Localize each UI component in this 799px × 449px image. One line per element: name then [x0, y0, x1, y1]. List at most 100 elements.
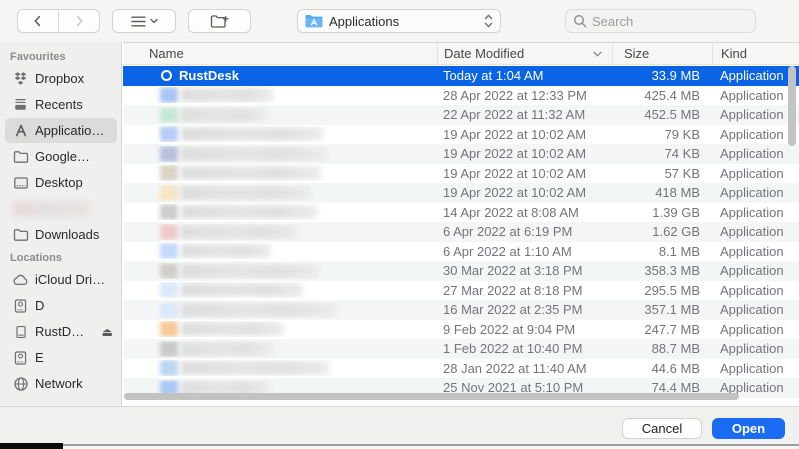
redacted-app-icon	[160, 282, 178, 298]
redacted-file-name	[181, 361, 329, 375]
sidebar-item-d[interactable]: D	[5, 293, 117, 318]
horizontal-scrollbar[interactable]	[124, 393, 739, 400]
redacted-sidebar-item	[12, 201, 90, 217]
table-row[interactable]: 19 Apr 2022 at 10:02 AM57 KBApplication	[123, 164, 799, 184]
sidebar-item-google[interactable]: Google…	[5, 144, 117, 169]
forward-button[interactable]	[58, 10, 99, 32]
table-row[interactable]: RustDeskToday at 1:04 AM33.9 MBApplicati…	[123, 66, 799, 86]
table-row[interactable]: 28 Jan 2022 at 11:40 AM44.6 MBApplicatio…	[123, 359, 799, 379]
sidebar-item-e[interactable]: E	[5, 345, 117, 370]
redacted-file-name	[181, 244, 271, 258]
sidebar-item-network[interactable]: Network	[5, 371, 117, 396]
column-header-date-label: Date Modified	[444, 46, 524, 61]
size-cell: 33.9 MB	[612, 68, 712, 83]
name-cell	[123, 263, 437, 279]
desktop-icon	[12, 175, 29, 191]
size-cell: 418 MB	[612, 185, 712, 200]
sidebar-item-icloud-dri[interactable]: iCloud Dri…	[5, 267, 117, 292]
sidebar-item-downloads[interactable]: Downloads	[5, 222, 117, 247]
name-cell	[123, 87, 437, 103]
table-row[interactable]: 1 Feb 2022 at 10:40 PM88.7 MBApplication	[123, 339, 799, 359]
redacted-file-name	[181, 342, 273, 356]
redacted-file-name	[181, 303, 337, 317]
redacted-file-name	[181, 88, 273, 102]
size-cell: 425.4 MB	[612, 88, 712, 103]
size-cell: 8.1 MB	[612, 244, 712, 259]
sidebar-item-recents[interactable]: Recents	[5, 92, 117, 117]
sidebar-item-label: iCloud Dri…	[35, 272, 105, 287]
table-row[interactable]: 30 Mar 2022 at 3:18 PM358.3 MBApplicatio…	[123, 261, 799, 281]
file-name: RustDesk	[179, 68, 239, 83]
table-row[interactable]: 19 Apr 2022 at 10:02 AM74 KBApplication	[123, 144, 799, 164]
open-button[interactable]: Open	[712, 418, 785, 439]
date-cell: 6 Apr 2022 at 1:10 AM	[437, 244, 612, 259]
network-icon	[12, 376, 29, 392]
chevron-down-icon	[150, 18, 158, 24]
toolbar: Applications Search	[0, 0, 799, 42]
date-cell: 14 Apr 2022 at 8:08 AM	[437, 205, 612, 220]
column-header-size[interactable]: Size	[612, 43, 712, 64]
vertical-scrollbar[interactable]	[788, 66, 796, 146]
redacted-file-name	[181, 205, 317, 219]
column-header-name[interactable]: Name	[123, 43, 437, 64]
table-row[interactable]: 6 Apr 2022 at 6:19 PM1.62 GBApplication	[123, 222, 799, 242]
redacted-app-icon	[160, 87, 178, 103]
name-cell	[123, 204, 437, 220]
redacted-app-icon	[160, 107, 178, 123]
folder-icon	[12, 227, 29, 243]
date-cell: 9 Feb 2022 at 9:04 PM	[437, 322, 612, 337]
search-input[interactable]: Search	[565, 9, 756, 33]
kind-cell: Application	[712, 127, 799, 142]
date-cell: 16 Mar 2022 at 2:35 PM	[437, 302, 612, 317]
table-row[interactable]: 16 Mar 2022 at 2:35 PM357.1 MBApplicatio…	[123, 300, 799, 320]
new-folder-button[interactable]	[188, 9, 251, 33]
size-cell: 247.7 MB	[612, 322, 712, 337]
view-options-button[interactable]	[112, 9, 176, 33]
new-folder-icon	[210, 14, 229, 29]
size-cell: 44.6 MB	[612, 361, 712, 376]
sidebar-item-redacted[interactable]	[5, 196, 117, 221]
date-cell: 1 Feb 2022 at 10:40 PM	[437, 341, 612, 356]
table-row[interactable]: 6 Apr 2022 at 1:10 AM8.1 MBApplication	[123, 242, 799, 262]
redacted-file-name	[181, 264, 319, 278]
eject-icon[interactable]: ⏏	[102, 325, 113, 339]
sidebar: FavouritesDropboxRecentsApplicatio…Googl…	[0, 42, 122, 406]
rustdesk-icon	[161, 70, 172, 81]
cancel-button[interactable]: Cancel	[622, 418, 702, 439]
kind-cell: Application	[712, 107, 799, 122]
size-cell: 357.1 MB	[612, 302, 712, 317]
redacted-app-icon	[160, 243, 178, 259]
sidebar-item-rustd[interactable]: RustD…⏏	[5, 319, 117, 344]
sidebar-item-applicatio[interactable]: Applicatio…	[5, 118, 117, 143]
kind-cell: Application	[712, 88, 799, 103]
column-header-kind[interactable]: Kind	[712, 43, 799, 64]
table-row[interactable]: 14 Apr 2022 at 8:08 AM1.39 GBApplication	[123, 203, 799, 223]
table-row[interactable]: 9 Feb 2022 at 9:04 PM247.7 MBApplication	[123, 320, 799, 340]
window-bottom-edge	[0, 443, 799, 449]
kind-cell: Application	[712, 146, 799, 161]
column-header-name-label: Name	[149, 46, 184, 61]
redacted-app-icon	[160, 146, 178, 162]
redacted-app-icon	[160, 302, 178, 318]
applications-icon	[12, 123, 29, 139]
list-view-icon	[131, 15, 146, 28]
table-row[interactable]: 28 Apr 2022 at 12:33 PM425.4 MBApplicati…	[123, 86, 799, 106]
sidebar-item-label: Google…	[35, 149, 90, 164]
sidebar-item-label: Downloads	[35, 227, 99, 242]
redacted-file-name	[181, 127, 323, 141]
date-cell: 28 Apr 2022 at 12:33 PM	[437, 88, 612, 103]
sidebar-item-dropbox[interactable]: Dropbox	[5, 66, 117, 91]
redacted-app-icon	[160, 204, 178, 220]
sidebar-item-label: E	[35, 350, 44, 365]
table-row[interactable]: 19 Apr 2022 at 10:02 AM418 MBApplication	[123, 183, 799, 203]
size-cell: 74 KB	[612, 146, 712, 161]
column-header-date-modified[interactable]: Date Modified	[437, 43, 612, 64]
table-row[interactable]: 27 Mar 2022 at 8:18 PM295.5 MBApplicatio…	[123, 281, 799, 301]
table-row[interactable]: 19 Apr 2022 at 10:02 AM79 KBApplication	[123, 125, 799, 145]
sidebar-item-desktop[interactable]: Desktop	[5, 170, 117, 195]
table-row[interactable]: 22 Apr 2022 at 11:32 AM452.5 MBApplicati…	[123, 105, 799, 125]
back-button[interactable]	[18, 10, 58, 32]
location-dropdown[interactable]: Applications	[297, 9, 501, 33]
table-rows: RustDeskToday at 1:04 AM33.9 MBApplicati…	[123, 66, 799, 398]
kind-cell: Application	[712, 185, 799, 200]
